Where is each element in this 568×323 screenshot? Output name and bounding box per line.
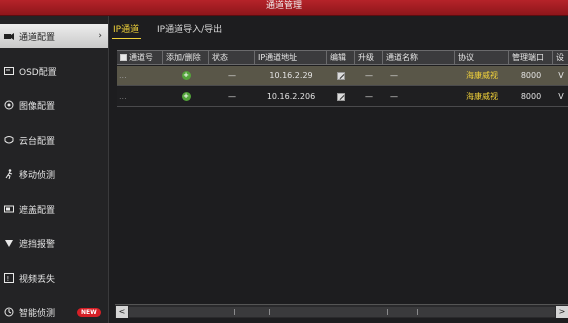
tab-ip-channel[interactable]: IP通道 [111,22,142,39]
sidebar-item-label: 云台配置 [19,136,56,147]
sidebar-item-label: 通道配置 [19,32,56,43]
header-ip-address: IP通道地址 [255,51,327,64]
ptz-icon [3,134,15,146]
add-cell: + [163,66,209,85]
horizontal-scrollbar[interactable]: < > [115,304,568,318]
sidebar: 通道配置 › OSD配置 图像配置 云台配置 移动侦测 遮盖配置 遮挡报警 ! … [0,16,108,323]
mgmt-port-cell: 8000 [520,92,542,101]
device-cell: V [558,92,564,101]
status-cell: — [228,92,236,101]
scroll-left-button[interactable]: < [116,306,128,318]
scrollbar-tick [417,309,418,315]
tab-ip-import-export[interactable]: IP通道导入/导出 [157,22,222,35]
header-upgrade: 升级 [355,51,383,64]
new-badge: NEW [77,307,101,317]
mgmt-port-cell: 8000 [520,71,542,80]
sidebar-item-label: OSD配置 [19,67,57,78]
add-cell: + [163,87,209,106]
sidebar-item-smart-detection[interactable]: 智能侦测 NEW [0,300,108,323]
header-protocol: 协议 [455,51,509,64]
header-device: 设 [556,53,564,62]
sidebar-item-image-config[interactable]: 图像配置 [0,93,108,117]
header-add-delete: 添加/删除 [163,51,209,64]
header-mgmt-port: 管理端口 [509,51,553,64]
sidebar-item-label: 视频丢失 [19,274,56,285]
window-titlebar: 通道管理 [0,0,568,16]
edit-icon[interactable] [337,92,345,101]
tamper-icon [3,237,15,249]
ip-address-cell: 10.16.2.206 [266,92,316,101]
table-header: 通道号 添加/删除 状态 IP通道地址 编辑 升级 通道名称 协议 管理端口 设 [117,50,568,65]
svg-text:!: ! [7,275,10,283]
header-channel-name: 通道名称 [383,51,455,64]
sidebar-item-label: 遮挡报警 [19,239,56,250]
edit-cell [327,66,355,85]
window-title: 通道管理 [265,1,302,11]
scroll-right-button[interactable]: > [556,306,568,318]
header-status: 状态 [209,51,255,64]
channel-name-cell: — [390,71,398,80]
video-loss-icon: ! [3,272,15,284]
table-row[interactable]: ... + — 10.16.2.206 — — 海康威视 8000 V [117,87,568,107]
status-cell: — [228,71,236,80]
sidebar-item-video-loss[interactable]: ! 视频丢失 [0,266,108,290]
edit-cell [327,87,355,106]
channel-no-cell: ... [119,71,127,80]
device-cell: V [558,71,564,80]
select-all-checkbox[interactable] [120,54,127,61]
camera-icon [3,30,15,42]
chevron-right-icon: › [98,31,102,41]
protocol-cell: 海康威视 [466,71,498,80]
sidebar-item-osd-config[interactable]: OSD配置 [0,59,108,83]
upgrade-cell: — [365,92,373,101]
sidebar-item-motion-detection[interactable]: 移动侦测 [0,162,108,186]
osd-icon [3,65,15,77]
channel-no-cell: ... [119,92,127,101]
scrollbar-tick [234,309,235,315]
header-edit: 编辑 [327,51,355,64]
header-channel-no[interactable]: 通道号 [117,51,163,64]
sidebar-item-tamper-alarm[interactable]: 遮挡报警 [0,231,108,255]
sidebar-item-label: 遮盖配置 [19,205,56,216]
sidebar-item-label: 移动侦测 [19,170,56,181]
table-row[interactable]: ... + — 10.16.2.29 — — 海康威视 8000 V [117,66,568,86]
sidebar-item-label: 图像配置 [19,101,56,112]
channel-name-cell: — [390,92,398,101]
smart-icon [3,306,15,318]
sidebar-item-label: 智能侦测 [19,308,56,319]
add-icon[interactable]: + [181,71,191,80]
add-icon[interactable]: + [181,92,191,101]
sidebar-item-ptz-config[interactable]: 云台配置 [0,128,108,152]
scrollbar-tick [387,309,388,315]
upgrade-cell: — [365,71,373,80]
tab-bar: IP通道 IP通道导入/导出 [109,16,568,39]
scrollbar-track[interactable] [129,307,555,317]
image-icon [3,99,15,111]
motion-icon [3,168,15,180]
edit-icon[interactable] [337,71,345,80]
sidebar-item-channel-config[interactable]: 通道配置 › [0,24,108,48]
scrollbar-tick [269,309,270,315]
mask-icon [3,203,15,215]
ip-address-cell: 10.16.2.29 [269,71,313,80]
sidebar-item-mask-config[interactable]: 遮盖配置 [0,197,108,221]
protocol-cell: 海康威视 [466,92,498,101]
main-panel: IP通道 IP通道导入/导出 通道号 添加/删除 状态 IP通道地址 编辑 升级… [108,16,568,323]
